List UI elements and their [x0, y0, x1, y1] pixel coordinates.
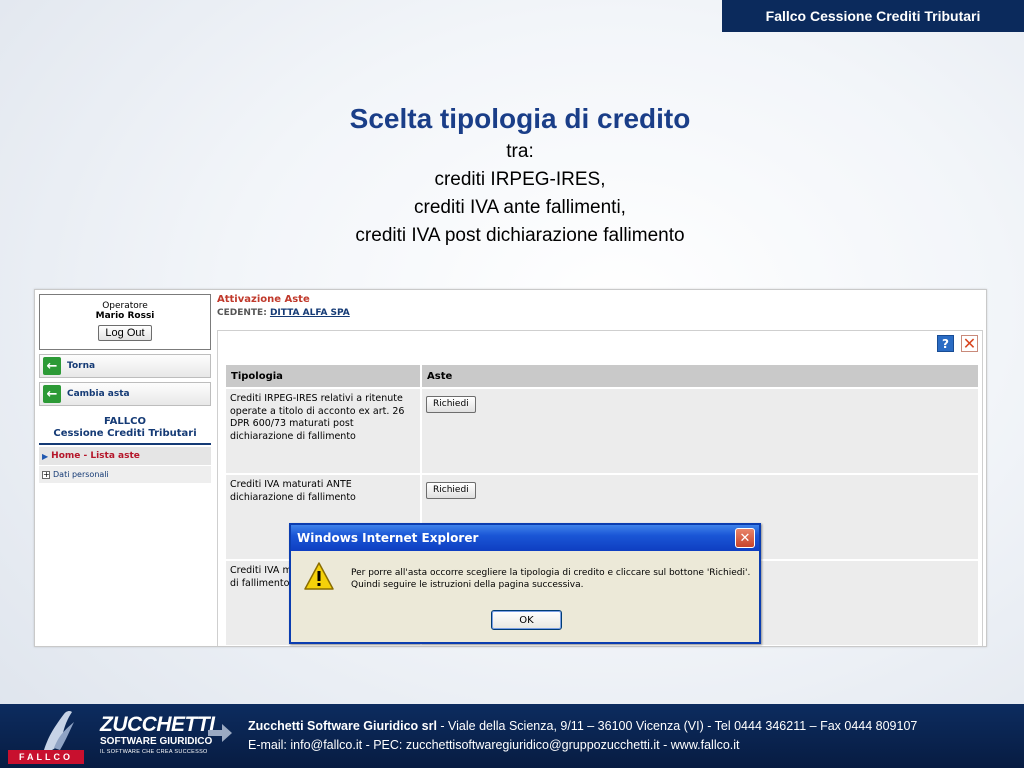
tipologia-cell: Crediti IRPEG-IRES relativi a ritenute o… — [226, 389, 420, 473]
fallco-logo: FALLCO — [6, 708, 86, 766]
close-icon[interactable]: ✕ — [961, 334, 978, 353]
triangle-right-icon: ▶ — [42, 451, 49, 461]
app-title: FALLCO Cessione Crediti Tributari — [39, 416, 211, 440]
main-content: Attivazione Aste CEDENTE: DITTA ALFA SPA… — [217, 294, 983, 646]
slide-subtitle-line: crediti IVA ante fallimenti, — [414, 197, 626, 218]
footer-line-1: Zucchetti Software Giuridico srl - Viale… — [248, 717, 917, 736]
dialog-message-line: Per porre all'asta occorre scegliere la … — [351, 568, 751, 578]
dialog-message: Per porre all'asta occorre scegliere la … — [351, 567, 756, 591]
dialog-message-line: Quindi seguire le istruzioni della pagin… — [351, 580, 584, 590]
cedente-line: CEDENTE: DITTA ALFA SPA — [217, 308, 983, 318]
operator-name: Mario Rossi — [95, 311, 155, 321]
slide-subtitle-line: tra: — [506, 141, 534, 162]
plus-box-icon[interactable]: + — [42, 470, 50, 479]
nav-item-personal-data[interactable]: + Dati personali — [39, 466, 211, 483]
arrow-left-icon: ← — [43, 385, 61, 403]
help-icon[interactable]: ? — [937, 335, 954, 352]
footer-line-2: E-mail: info@fallco.it - PEC: zucchettis… — [248, 738, 740, 752]
aste-cell: Richiedi — [422, 389, 978, 473]
slide-subtitle-line: crediti IRPEG-IRES, — [434, 169, 606, 190]
operator-box: Operatore Mario Rossi Log Out — [39, 294, 211, 350]
back-button-label: Torna — [67, 361, 96, 371]
arrow-left-icon: ← — [43, 357, 61, 375]
brand-name: ZUCCHETTI — [100, 713, 215, 736]
zucchetti-logo: ZUCCHETTI SOFTWARE GIURIDICO IL SOFTWARE… — [100, 713, 232, 756]
company-address: - Viale della Scienza, 9/11 – 36100 Vice… — [436, 719, 918, 733]
column-header-tipologia: Tipologia — [226, 365, 420, 387]
dialog-close-icon[interactable]: ✕ — [735, 528, 755, 548]
ok-button[interactable]: OK — [491, 610, 562, 630]
operator-label: Operatore — [102, 301, 148, 311]
nav-item-personal-label: Dati personali — [53, 470, 109, 479]
brand-division: SOFTWARE GIURIDICO — [100, 736, 213, 747]
sidebar: Operatore Mario Rossi Log Out ← Torna ← … — [39, 294, 211, 483]
cedente-link[interactable]: DITTA ALFA SPA — [270, 308, 350, 318]
slide-title: Scelta tipologia di credito — [349, 103, 691, 134]
request-button[interactable]: Richiedi — [426, 482, 476, 499]
footer: FALLCO ZUCCHETTI SOFTWARE GIURIDICO IL S… — [0, 704, 1024, 768]
section-title: Attivazione Aste — [217, 294, 310, 305]
cedente-label: CEDENTE: — [217, 308, 267, 318]
change-auction-button[interactable]: ← Cambia asta — [39, 382, 211, 406]
slide-title-block: Scelta tipologia di credito tra: crediti… — [0, 100, 1024, 250]
nav-item-home-label: Home - Lista aste — [51, 451, 140, 461]
divider — [39, 443, 211, 445]
app-title-line-1: FALLCO — [103, 416, 146, 427]
column-header-aste: Aste — [422, 365, 978, 387]
eagle-icon — [44, 710, 74, 750]
dialog-titlebar[interactable]: Windows Internet Explorer — [291, 525, 759, 551]
footer-contacts: Zucchetti Software Giuridico srl - Viale… — [248, 717, 917, 755]
change-auction-label: Cambia asta — [67, 389, 130, 399]
brand-tagline: IL SOFTWARE CHE CREA SUCCESSO — [100, 749, 208, 755]
warning-icon — [303, 561, 335, 595]
request-button[interactable]: Richiedi — [426, 396, 476, 413]
back-button[interactable]: ← Torna — [39, 354, 211, 378]
table-row: Crediti IRPEG-IRES relativi a ritenute o… — [226, 389, 978, 473]
app-title-line-2: Cessione Crediti Tributari — [53, 428, 197, 439]
alert-dialog: Windows Internet Explorer ✕ Per porre al… — [289, 523, 761, 644]
fallco-wordmark: FALLCO — [8, 750, 84, 764]
slide-subtitle-line: crediti IVA post dichiarazione falliment… — [355, 225, 685, 246]
company-name: Zucchetti Software Giuridico srl — [248, 719, 437, 733]
logout-button[interactable]: Log Out — [98, 325, 152, 341]
arrow-right-icon — [208, 724, 232, 742]
header-tag: Fallco Cessione Crediti Tributari — [722, 0, 1024, 32]
table-header-row: Tipologia Aste — [226, 365, 978, 387]
nav-item-home[interactable]: ▶ Home - Lista aste — [39, 447, 211, 465]
